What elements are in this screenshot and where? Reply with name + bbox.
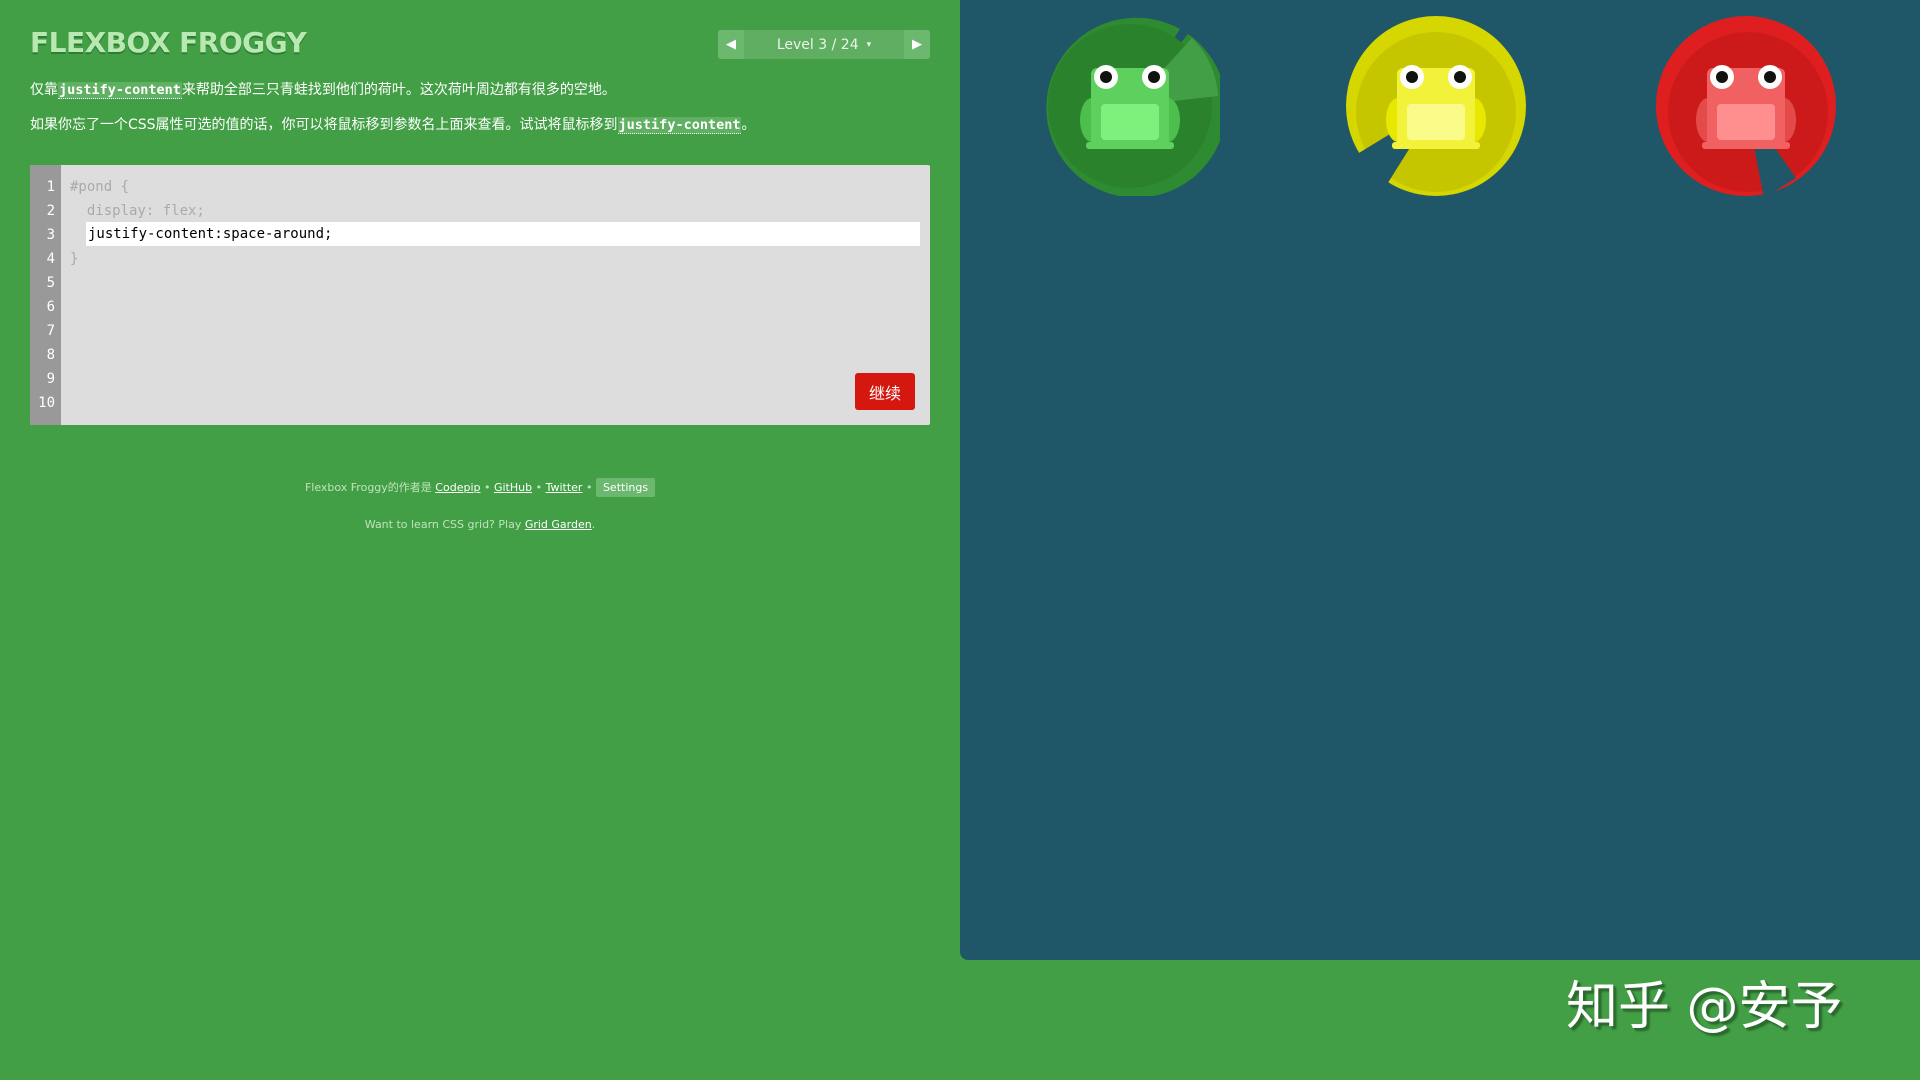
separator: • [532,481,546,494]
arrow-left-icon: ◀ [726,37,736,52]
level-indicator[interactable]: Level 3 / 24 ▾ [744,37,904,53]
game-panel: FLEXBOX FROGGY ◀ Level 3 / 24 ▾ ▶ 仅靠justi… [30,0,930,1080]
property-help-justify-content[interactable]: justify-content [58,82,182,99]
promo-text: Want to learn CSS grid? Play [364,518,525,531]
codepip-link[interactable]: Codepip [435,481,480,494]
line-number: 5 [46,275,55,291]
credits-text: Flexbox Froggy的作者是 [304,481,436,494]
line-number: 10 [38,395,55,411]
instruction-line-2: 如果你忘了一个CSS属性可选的值的话，你可以将鼠标移到参数名上面来查看。试试将鼠… [30,115,755,135]
promo-text: . [591,518,596,531]
separator: • [480,481,494,494]
line-number: 4 [46,251,55,267]
line-number: 3 [46,227,55,243]
grid-garden-link[interactable]: Grid Garden [525,518,592,531]
line-number-gutter: 1 2 3 4 5 6 7 8 9 10 [30,165,61,425]
line-number: 8 [46,347,55,363]
level-navigation: ◀ Level 3 / 24 ▾ ▶ [718,30,930,59]
lilypad-yellow-icon [1346,16,1526,196]
level-label: Level 3 / 24 [776,36,859,53]
instruction-text: 仅靠 [30,82,58,98]
code-line-selector: #pond { [70,179,130,195]
frog-yellow-icon [1386,65,1486,149]
frog-green-icon [1080,65,1180,149]
settings-button[interactable]: Settings [595,478,656,497]
previous-level-button[interactable]: ◀ [718,30,744,59]
instruction-text: 来帮助全部三只青蛙找到他们的荷叶。这次荷叶周边都有很多的空地。 [181,82,616,98]
line-number: 7 [46,323,55,339]
line-number: 6 [46,299,55,315]
next-button[interactable]: 继续 [855,373,915,410]
instruction-text: 如果你忘了一个CSS属性可选的值的话，你可以将鼠标移到参数名上面来查看。试试将鼠… [30,117,618,133]
instruction-line-1: 仅靠justify-content来帮助全部三只青蛙找到他们的荷叶。这次荷叶周边… [30,80,616,100]
twitter-link[interactable]: Twitter [546,481,583,494]
line-number: 2 [46,203,55,219]
grid-garden-promo: Want to learn CSS grid? Play Grid Garden… [30,518,930,531]
separator: • [582,481,596,494]
property-help-justify-content[interactable]: justify-content [617,117,742,134]
frog-red-icon [1696,65,1796,149]
line-number: 9 [46,371,55,387]
pond [960,0,1920,960]
next-level-button[interactable]: ▶ [904,30,930,59]
instruction-text: 。 [741,117,756,133]
logo: FLEXBOX FROGGY [30,26,307,59]
line-number: 1 [46,179,55,195]
lilypad-red-icon [1656,16,1836,196]
caret-down-icon: ▾ [866,39,872,50]
credits: Flexbox Froggy的作者是 Codepip • GitHub • Tw… [30,478,930,497]
github-link[interactable]: GitHub [494,481,532,494]
lilypad-green-icon [1046,17,1220,196]
code-line-closing-brace: } [70,251,79,267]
watermark: 知乎 @安予 [1566,977,1843,1037]
arrow-right-icon: ▶ [912,37,922,52]
code-editor: 1 2 3 4 5 6 7 8 9 10 #pond { display: fl… [30,165,930,425]
css-input[interactable] [86,222,920,246]
code-line-display: display: flex; [70,203,205,219]
